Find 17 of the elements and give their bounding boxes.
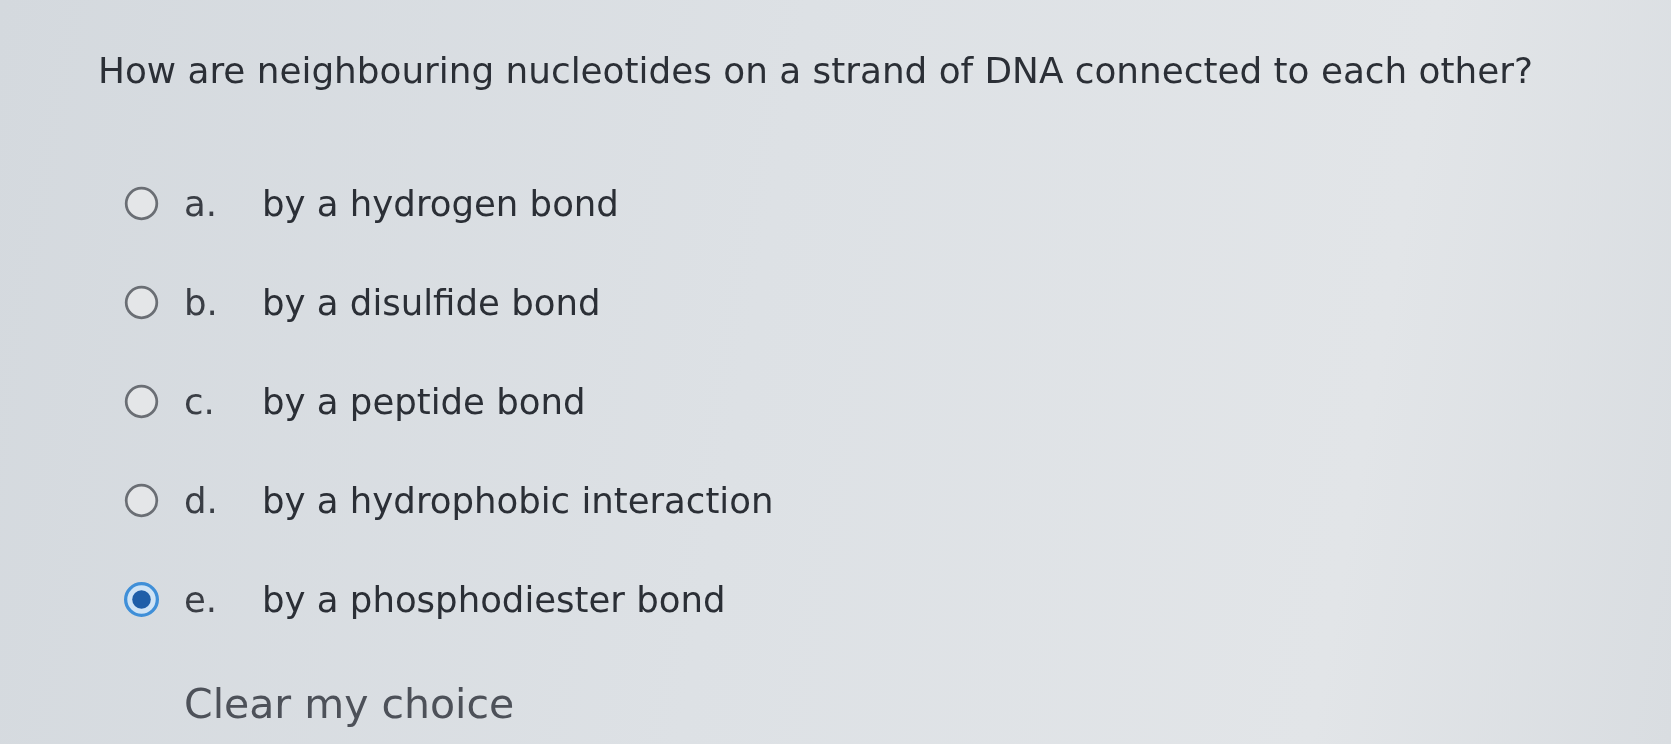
option-letter: e. — [184, 577, 219, 622]
option-label[interactable]: by a hydrogen bond — [262, 181, 619, 226]
question-text: How are neighbouring nucleotides on a strand of DNA connected to each other? — [98, 49, 1533, 93]
option-letter: b. — [184, 280, 219, 325]
radio-button[interactable] — [124, 483, 159, 518]
clear-choice-link[interactable]: Clear my choice — [184, 679, 515, 729]
option-label[interactable]: by a peptide bond — [262, 379, 586, 424]
option-letter: d. — [184, 478, 219, 523]
option-label[interactable]: by a hydrophobic interaction — [262, 478, 774, 523]
option-letter: c. — [184, 379, 216, 424]
radio-button[interactable] — [124, 582, 159, 617]
option-label[interactable]: by a disulfide bond — [262, 280, 601, 325]
radio-button[interactable] — [124, 186, 159, 221]
radio-button[interactable] — [124, 384, 159, 419]
radio-button[interactable] — [124, 285, 159, 320]
option-letter: a. — [184, 181, 219, 226]
option-label[interactable]: by a phosphodiester bond — [262, 577, 726, 622]
